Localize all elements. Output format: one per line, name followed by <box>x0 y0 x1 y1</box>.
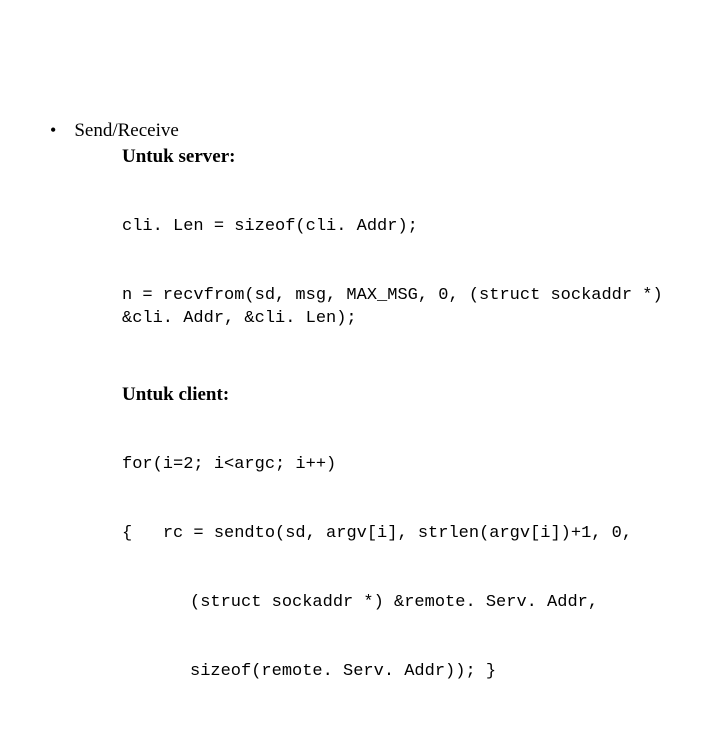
slide-content: • Send/Receive Untuk server: cli. Len = … <box>0 0 720 730</box>
server-code-line: n = recvfrom(sd, msg, MAX_MSG, 0, (struc… <box>122 285 680 331</box>
server-code: cli. Len = sizeof(cli. Addr); n = recvfr… <box>122 170 680 376</box>
bullet-item: • Send/Receive <box>50 120 680 142</box>
server-code-line: cli. Len = sizeof(cli. Addr); <box>122 216 680 239</box>
client-code: for(i=2; i<argc; i++) { rc = sendto(sd, … <box>122 408 680 729</box>
server-heading: Untuk server: <box>122 146 680 168</box>
client-heading: Untuk client: <box>122 384 680 406</box>
client-code-line: for(i=2; i<argc; i++) <box>122 454 680 477</box>
client-code-line: sizeof(remote. Serv. Addr)); } <box>122 661 680 684</box>
client-code-line: (struct sockaddr *) &remote. Serv. Addr, <box>122 592 680 615</box>
server-section: Untuk server: cli. Len = sizeof(cli. Add… <box>122 146 680 730</box>
bullet-dot-icon: • <box>50 121 56 139</box>
client-code-line: { rc = sendto(sd, argv[i], strlen(argv[i… <box>122 523 680 546</box>
bullet-title: Send/Receive <box>74 120 178 142</box>
